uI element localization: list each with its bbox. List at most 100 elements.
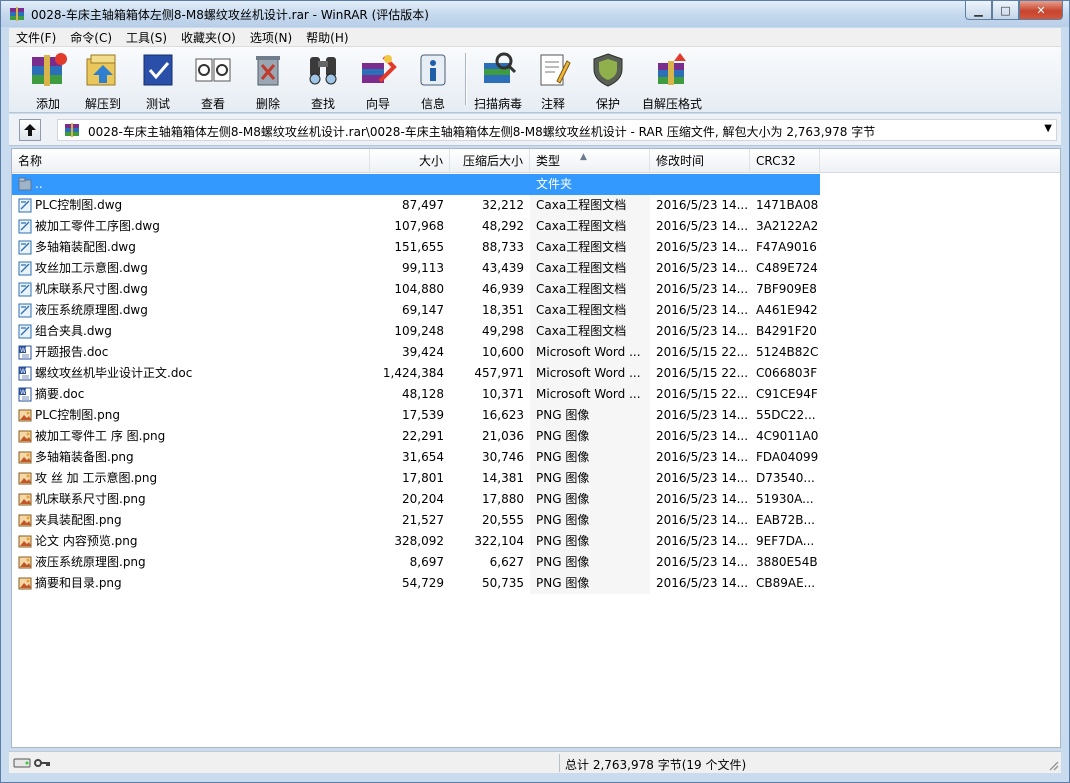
cell-type: Caxa工程图文档 <box>536 303 627 317</box>
cell-name: 攻丝加工示意图.dwg <box>35 261 148 275</box>
cell-name: 组合夹具.dwg <box>35 324 112 338</box>
protect-button[interactable]: 保护 <box>581 51 635 111</box>
column-crc[interactable]: CRC32 <box>750 149 820 173</box>
menu-help[interactable]: 帮助(H) <box>299 29 355 46</box>
file-row[interactable]: .. 文件夹 <box>12 174 1060 195</box>
extract-to-button[interactable]: 解压到 <box>76 51 130 111</box>
file-row[interactable]: 多轴箱装备图.png 31,654 30,746 PNG 图像 2016/5/23 14… <box>12 447 1060 468</box>
svg-text:W: W <box>20 347 26 354</box>
file-row[interactable]: 攻 丝 加 工示意图.png 17,801 14,381 PNG 图像 2016/5/2… <box>12 468 1060 489</box>
wizard-button[interactable]: 向导 <box>351 51 405 111</box>
file-row[interactable]: W 摘要.doc 48,128 10,371 Microsoft Word ... 201… <box>12 384 1060 405</box>
resize-grip-icon[interactable] <box>1047 759 1059 771</box>
file-row[interactable]: 论文 内容预览.png 328,092 322,104 PNG 图像 2016/5/23… <box>12 531 1060 552</box>
cell-crc: C91CE94F <box>756 387 818 401</box>
up-folder-button[interactable] <box>19 119 41 141</box>
archive-icon <box>65 123 79 137</box>
sfx-button[interactable]: 自解压格式 <box>639 51 705 111</box>
close-button[interactable]: ✕ <box>1019 1 1063 20</box>
winrar-app-icon[interactable] <box>9 6 25 22</box>
menu-file[interactable]: 文件(F) <box>9 29 63 46</box>
cell-size: 104,880 <box>394 282 444 296</box>
menu-favorites[interactable]: 收藏夹(O) <box>174 29 243 46</box>
info-button[interactable]: 信息 <box>406 51 460 111</box>
drive-key-icon[interactable] <box>13 755 53 771</box>
comment-label: 注释 <box>540 97 565 111</box>
file-list[interactable]: 名称 大小 压缩后大小 类型 ▲ 修改时间 CRC32 .. 文件夹 PLC控制图.… <box>11 148 1061 748</box>
file-row[interactable]: W 开题报告.doc 39,424 10,600 Microsoft Word ... 2… <box>12 342 1060 363</box>
column-mtime[interactable]: 修改时间 <box>650 149 750 173</box>
cell-packed: 30,746 <box>482 450 524 464</box>
test-label: 测试 <box>145 97 170 111</box>
test-button[interactable]: 测试 <box>131 51 185 111</box>
cell-type: PNG 图像 <box>536 555 590 569</box>
delete-icon <box>256 56 280 86</box>
file-row[interactable]: 组合夹具.dwg 109,248 49,298 Caxa工程图文档 2016/5/23 … <box>12 321 1060 342</box>
column-name[interactable]: 名称 <box>12 149 370 173</box>
cell-crc: A461E942 <box>756 303 818 317</box>
status-divider <box>559 754 560 772</box>
file-row[interactable]: 攻丝加工示意图.dwg 99,113 43,439 Caxa工程图文档 2016/5/2… <box>12 258 1060 279</box>
maximize-button[interactable]: □ <box>992 1 1019 20</box>
cell-mtime: 2016/5/23 14... <box>656 450 749 464</box>
winrar-window: 0028-车床主轴箱箱体左侧8-M8螺纹攻丝机设计.rar - WinRAR (… <box>0 0 1070 783</box>
cell-mtime: 2016/5/23 14... <box>656 219 749 233</box>
cell-packed: 322,104 <box>474 534 524 548</box>
cell-crc: 4C9011A0 <box>756 429 819 443</box>
png-file-icon <box>18 493 32 506</box>
delete-button[interactable]: 删除 <box>241 51 295 111</box>
cell-packed: 32,212 <box>482 198 524 212</box>
comment-icon <box>540 54 571 86</box>
menu-tools[interactable]: 工具(S) <box>119 29 174 46</box>
cell-crc: FDA04099 <box>756 450 819 464</box>
cell-mtime: 2016/5/23 14... <box>656 576 749 590</box>
minimize-button[interactable]: ▁ <box>965 1 992 20</box>
comment-button[interactable]: 注释 <box>526 51 580 111</box>
file-row[interactable]: 被加工零件工序图.dwg 107,968 48,292 Caxa工程图文档 2016/5… <box>12 216 1060 237</box>
delete-label: 删除 <box>255 97 280 111</box>
cell-name: 液压系统原理图.png <box>35 555 146 569</box>
file-row[interactable]: 液压系统原理图.png 8,697 6,627 PNG 图像 2016/5/23 14.… <box>12 552 1060 573</box>
find-button[interactable]: 查找 <box>296 51 350 111</box>
cell-crc: 3A2122A2 <box>756 219 819 233</box>
dwg-file-icon <box>18 282 32 297</box>
file-row[interactable]: 多轴箱装配图.dwg 151,655 88,733 Caxa工程图文档 2016/5/2… <box>12 237 1060 258</box>
dwg-file-icon <box>18 240 32 255</box>
virus-scan-icon <box>484 52 517 83</box>
menu-commands[interactable]: 命令(C) <box>63 29 119 46</box>
file-row[interactable]: 摘要和目录.png 54,729 50,735 PNG 图像 2016/5/23 14.… <box>12 573 1060 594</box>
column-type[interactable]: 类型 ▲ <box>530 149 650 173</box>
file-row[interactable]: 液压系统原理图.dwg 69,147 18,351 Caxa工程图文档 2016/5/2… <box>12 300 1060 321</box>
png-file-icon <box>18 451 32 464</box>
view-label: 查看 <box>200 97 225 111</box>
view-button[interactable]: 查看 <box>186 51 240 111</box>
column-packed[interactable]: 压缩后大小 <box>450 149 530 173</box>
file-row[interactable]: PLC控制图.dwg 87,497 32,212 Caxa工程图文档 2016/5/23… <box>12 195 1060 216</box>
cell-mtime: 2016/5/23 14... <box>656 513 749 527</box>
address-field[interactable]: 0028-车床主轴箱箱体左侧8-M8螺纹攻丝机设计.rar\0028-车床主轴箱… <box>57 119 1057 141</box>
chevron-down-icon[interactable]: ▼ <box>1044 123 1052 134</box>
cell-mtime: 2016/5/23 14... <box>656 240 749 254</box>
file-row[interactable]: W 螺纹攻丝机毕业设计正文.doc 1,424,384 457,971 Microsof… <box>12 363 1060 384</box>
cell-size: 22,291 <box>402 429 444 443</box>
protect-label: 保护 <box>595 97 620 111</box>
file-row[interactable]: PLC控制图.png 17,539 16,623 PNG 图像 2016/5/23 14… <box>12 405 1060 426</box>
cell-name: 机床联系尺寸图.png <box>35 492 146 506</box>
add-button[interactable]: 添加 <box>21 51 75 111</box>
menu-options[interactable]: 选项(N) <box>243 29 299 46</box>
cell-size: 69,147 <box>402 303 444 317</box>
cell-packed <box>444 174 524 195</box>
virus-scan-button[interactable]: 扫描病毒 <box>471 51 525 111</box>
cell-type: Caxa工程图文档 <box>536 324 627 338</box>
cell-name: 摘要.doc <box>35 387 85 401</box>
title-bar[interactable]: 0028-车床主轴箱箱体左侧8-M8螺纹攻丝机设计.rar - WinRAR (… <box>1 1 1069 27</box>
file-row[interactable]: 被加工零件工 序 图.png 22,291 21,036 PNG 图像 2016/5/2… <box>12 426 1060 447</box>
cell-type: Microsoft Word ... <box>536 387 641 401</box>
file-row[interactable]: 机床联系尺寸图.dwg 104,880 46,939 Caxa工程图文档 2016/5/… <box>12 279 1060 300</box>
cell-mtime: 2016/5/23 14... <box>656 492 749 506</box>
file-row[interactable]: 夹具装配图.png 21,527 20,555 PNG 图像 2016/5/23 14.… <box>12 510 1060 531</box>
cell-type: PNG 图像 <box>536 492 590 506</box>
column-size[interactable]: 大小 <box>370 149 450 173</box>
file-row[interactable]: 机床联系尺寸图.png 20,204 17,880 PNG 图像 2016/5/23 1… <box>12 489 1060 510</box>
cell-mtime: 2016/5/23 14... <box>656 408 749 422</box>
